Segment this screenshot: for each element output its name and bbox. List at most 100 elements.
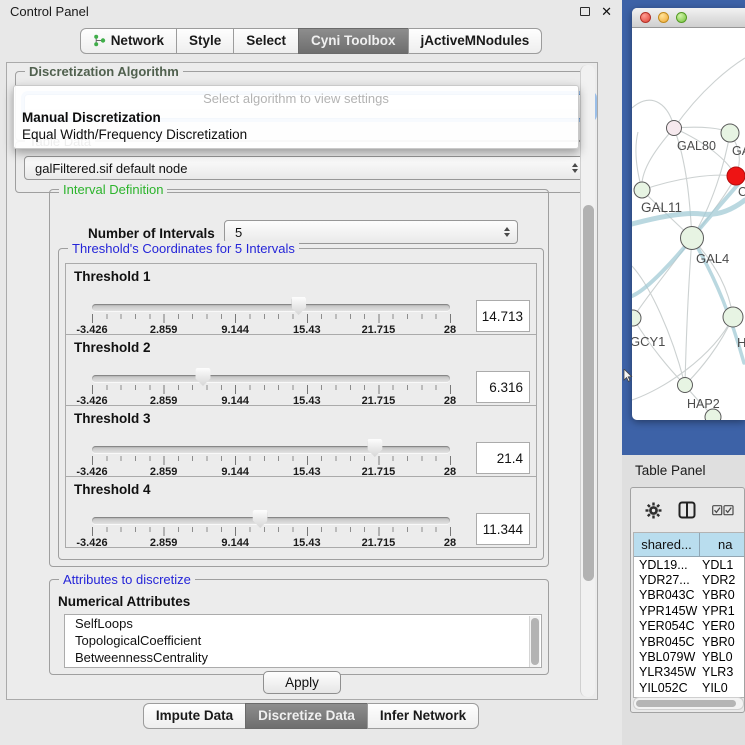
column-header-name[interactable]: na	[700, 533, 745, 557]
tab-discretize-data-label: Discretize Data	[258, 708, 355, 723]
threshold-1-row: Threshold 1 -3.4262.8599.14415.4321.7152…	[65, 263, 537, 335]
threshold-4-label: Threshold 4	[74, 482, 151, 497]
network-window-titlebar	[632, 8, 745, 28]
table-row[interactable]: YBR043CYBR0	[634, 588, 745, 603]
table-data-combobox-value: galFiltered.sif default node	[35, 161, 187, 176]
menu-item-prompt[interactable]: Select algorithm to view settings	[14, 89, 578, 109]
tab-network[interactable]: Network	[80, 28, 177, 54]
threshold-1-slider[interactable]: -3.4262.8599.14415.4321.71528	[92, 294, 450, 338]
table-header-row: shared... na	[634, 533, 745, 557]
gear-icon[interactable]	[645, 502, 662, 519]
network-graph-canvas[interactable]: GAL80 GA C GAL11 GAL4 GCY1 H HAP2	[632, 28, 745, 420]
node-table: shared... na YDL19...YDL1 YDR27...YDR2 Y…	[633, 532, 745, 698]
node-h[interactable]	[723, 307, 743, 327]
tab-style[interactable]: Style	[176, 28, 234, 54]
table-row[interactable]: YER054CYER0	[634, 619, 745, 634]
node-gal4[interactable]	[681, 227, 704, 250]
node-label-gal4: GAL4	[696, 251, 729, 266]
table-row[interactable]: YBL079WYBL0	[634, 649, 745, 664]
combo-arrows-icon	[572, 163, 578, 173]
scrollbar-thumb[interactable]	[583, 205, 594, 581]
threshold-4-value-field[interactable]: 11.344	[476, 513, 530, 545]
scrollbar-thumb[interactable]	[636, 700, 736, 707]
node-gcy1[interactable]	[632, 310, 641, 326]
threshold-2-value-field[interactable]: 6.316	[476, 371, 530, 403]
tab-impute-data[interactable]: Impute Data	[143, 703, 246, 729]
threshold-4-slider[interactable]: -3.4262.8599.14415.4321.71528	[92, 507, 450, 551]
tab-discretize-data[interactable]: Discretize Data	[245, 703, 368, 729]
slider-track[interactable]	[92, 304, 450, 311]
apply-button[interactable]: Apply	[263, 671, 341, 694]
table-row[interactable]: YDR27...YDR2	[634, 572, 745, 587]
tab-jactivemnodules-label: jActiveMNodules	[421, 33, 530, 48]
window-title: Control Panel	[10, 4, 89, 19]
slider-thumb[interactable]	[291, 297, 306, 315]
close-icon[interactable]: ✕	[601, 5, 612, 18]
node-hap2[interactable]	[678, 378, 693, 393]
threshold-2-label: Threshold 2	[74, 340, 151, 355]
table-row[interactable]: YLR345WYLR3	[634, 665, 745, 680]
tab-cyni-toolbox-label: Cyni Toolbox	[311, 33, 396, 48]
tab-style-label: Style	[189, 33, 221, 48]
slider-thumb[interactable]	[195, 368, 210, 386]
node-top-right[interactable]	[721, 124, 739, 142]
table-row[interactable]: YBR045CYBR0	[634, 634, 745, 649]
threshold-2-slider[interactable]: -3.4262.8599.14415.4321.71528	[92, 365, 450, 409]
slider-track[interactable]	[92, 446, 450, 453]
top-tabstrip: Network Style Select Cyni Toolbox jActiv…	[0, 28, 622, 54]
table-data-combobox[interactable]: galFiltered.sif default node	[24, 156, 586, 180]
close-traffic-light-icon[interactable]	[640, 12, 651, 23]
minimize-traffic-light-icon[interactable]	[658, 12, 669, 23]
slider-track[interactable]	[92, 517, 450, 524]
tab-impute-data-label: Impute Data	[156, 708, 233, 723]
threshold-3-slider[interactable]: -3.4262.8599.14415.4321.71528	[92, 436, 450, 480]
table-horizontal-scrollbar[interactable]	[633, 697, 744, 710]
threshold-coordinates-group: Threshold's Coordinates for 5 Intervals …	[58, 248, 544, 560]
network-view-window[interactable]: GAL80 GA C GAL11 GAL4 GCY1 H HAP2	[632, 8, 745, 420]
slider-ticks	[92, 456, 451, 465]
menu-item-manual-discretization[interactable]: Manual Discretization	[14, 109, 578, 126]
node-gal80[interactable]	[667, 121, 682, 136]
menu-item-equal-width-frequency[interactable]: Equal Width/Frequency Discretization	[14, 126, 578, 143]
discretization-algorithm-title: Discretization Algorithm	[25, 64, 183, 79]
attributes-to-discretize-group: Attributes to discretize Numerical Attri…	[49, 579, 549, 675]
tab-infer-network[interactable]: Infer Network	[367, 703, 479, 729]
threshold-4-row: Threshold 4 -3.4262.8599.14415.4321.7152…	[65, 476, 537, 548]
list-item[interactable]: SelfLoops	[65, 615, 541, 632]
slider-thumb[interactable]	[367, 439, 382, 457]
column-layout-icon[interactable]	[678, 501, 696, 519]
table-panel-toolbar	[631, 488, 744, 532]
threshold-1-value-field[interactable]: 14.713	[476, 300, 530, 332]
node-selected-red[interactable]	[727, 167, 745, 185]
zoom-traffic-light-icon[interactable]	[676, 12, 687, 23]
tab-select[interactable]: Select	[233, 28, 299, 54]
float-window-icon[interactable]	[580, 7, 590, 16]
control-panel-titlebar: Control Panel ✕	[0, 0, 622, 23]
network-desktop: GAL80 GA C GAL11 GAL4 GCY1 H HAP2	[622, 0, 745, 455]
slider-thumb[interactable]	[253, 510, 268, 528]
tab-infer-network-label: Infer Network	[380, 708, 466, 723]
table-row[interactable]: YPR145WYPR1	[634, 603, 745, 618]
table-row[interactable]: YDL19...YDL1	[634, 557, 745, 572]
panel-vertical-scrollbar[interactable]	[580, 65, 595, 697]
threshold-3-value-field[interactable]: 21.4	[476, 442, 530, 474]
tab-network-label: Network	[111, 33, 164, 48]
node-label-gal80: GAL80	[677, 139, 716, 153]
list-item[interactable]: TopologicalCoefficient	[65, 632, 541, 649]
node-label-ga: GA	[732, 144, 745, 158]
tab-cyni-toolbox[interactable]: Cyni Toolbox	[298, 28, 409, 54]
slider-track[interactable]	[92, 375, 450, 382]
node-label-c: C	[738, 185, 745, 199]
select-columns-checkboxes-icon[interactable]	[712, 505, 734, 516]
numerical-attributes-list[interactable]: SelfLoops TopologicalCoefficient Between…	[64, 614, 542, 668]
attributes-list-scrollbar[interactable]	[529, 616, 540, 668]
node-gal11[interactable]	[634, 182, 650, 198]
table-row[interactable]: YIL052CYIL0	[634, 680, 745, 695]
list-item[interactable]: BetweennessCentrality	[65, 649, 541, 666]
algorithm-dropdown-menu: Select algorithm to view settings Manual…	[13, 85, 579, 149]
column-header-shared-name[interactable]: shared...	[634, 533, 700, 557]
threshold-2-row: Threshold 2 -3.4262.8599.14415.4321.7152…	[65, 334, 537, 406]
number-of-intervals-value: 5	[235, 225, 242, 240]
tab-jactivemnodules[interactable]: jActiveMNodules	[408, 28, 543, 54]
node-label-h: H	[737, 335, 745, 350]
